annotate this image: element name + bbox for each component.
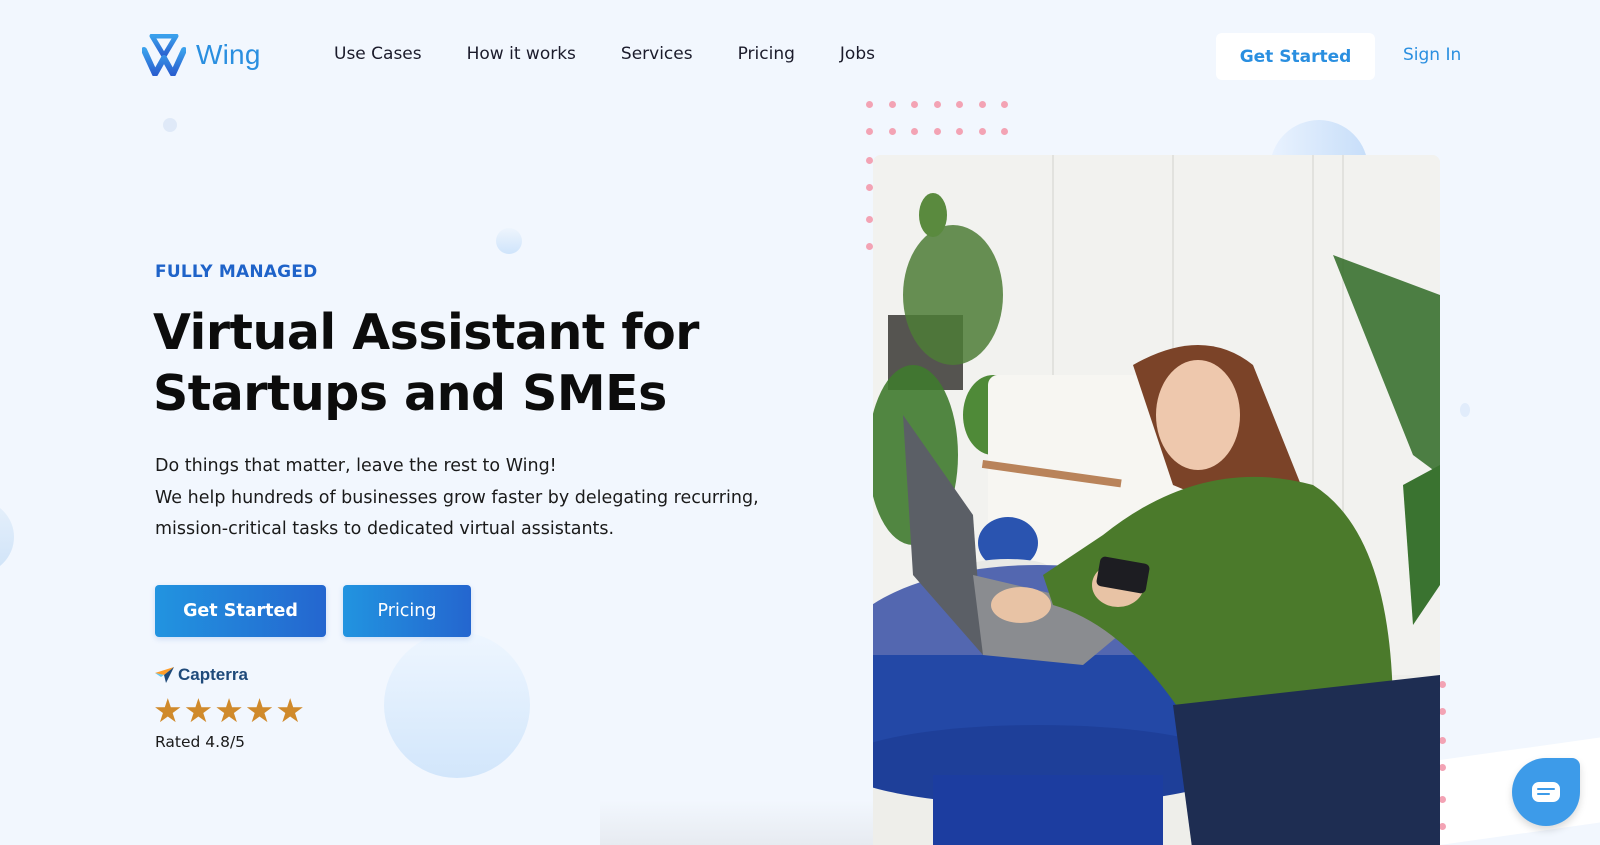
chat-bubble-icon <box>1532 782 1560 802</box>
nav-how-it-works[interactable]: How it works <box>467 44 576 64</box>
hero-eyebrow: FULLY MANAGED <box>155 262 318 282</box>
hero-title: Virtual Assistant for Startups and SMEs <box>153 302 699 424</box>
chat-widget-button[interactable] <box>1512 758 1580 826</box>
decor-dot <box>866 127 873 135</box>
capterra-logo-icon <box>155 667 174 683</box>
decor-dot <box>933 127 941 135</box>
decor-bubble <box>496 228 522 254</box>
wing-logo-icon <box>142 34 186 76</box>
star-icon: ★ <box>244 691 275 730</box>
hero-description-line: Do things that matter, leave the rest to… <box>155 456 557 476</box>
star-rating: ★ ★ ★ ★ ★ <box>153 694 305 728</box>
decor-dot <box>978 101 986 108</box>
star-icon: ★ <box>214 691 244 730</box>
decor-dot <box>888 127 896 135</box>
decor-dot <box>911 127 918 135</box>
decor-dot <box>1439 708 1446 715</box>
sign-in-link[interactable]: Sign In <box>1403 45 1461 65</box>
logo-text: Wing <box>196 39 261 70</box>
decor-dot <box>866 184 873 191</box>
nav-pricing[interactable]: Pricing <box>738 44 795 64</box>
star-icon: ★ <box>153 691 183 730</box>
decor-fade <box>600 800 880 845</box>
decor-dot <box>866 216 873 223</box>
decor-bubble <box>1460 403 1470 417</box>
site-header: Wing Use Cases How it works Services Pri… <box>0 0 1600 110</box>
decor-dot <box>978 127 986 135</box>
decor-dot <box>933 101 941 108</box>
star-icon: ★ <box>275 691 305 730</box>
decor-bubble <box>384 632 530 778</box>
pricing-button[interactable]: Pricing <box>343 585 471 637</box>
decor-dot <box>1439 681 1446 688</box>
hero-description: Do things that matter, leave the rest to… <box>155 451 759 546</box>
nav-services[interactable]: Services <box>621 44 693 64</box>
decor-dot <box>866 157 873 164</box>
rating-text: Rated 4.8/5 <box>155 733 246 751</box>
hero-title-line: Virtual Assistant for <box>153 304 699 361</box>
hero-image <box>873 155 1440 845</box>
capterra-badge[interactable]: Capterra <box>155 665 248 685</box>
decor-dot <box>1439 823 1446 830</box>
decor-dot <box>866 101 873 108</box>
nav-use-cases[interactable]: Use Cases <box>334 44 422 64</box>
decor-dot <box>1001 127 1008 135</box>
header-get-started-button[interactable]: Get Started <box>1216 33 1375 80</box>
main-nav: Use Cases How it works Services Pricing … <box>334 44 875 64</box>
star-icon: ★ <box>183 691 214 730</box>
decor-dot <box>888 101 896 108</box>
hero-description-line: mission-critical tasks to dedicated virt… <box>155 519 615 539</box>
decor-dot <box>956 127 963 135</box>
nav-jobs[interactable]: Jobs <box>840 44 875 64</box>
logo[interactable]: Wing <box>142 34 261 76</box>
capterra-text: Capterra <box>178 665 248 684</box>
decor-dot <box>1439 737 1446 744</box>
hero-description-line: We help hundreds of businesses grow fast… <box>155 487 759 508</box>
decor-dot <box>1439 796 1446 803</box>
decor-dot <box>956 101 963 108</box>
decor-dot <box>1001 101 1008 108</box>
decor-dot <box>911 101 918 108</box>
decor-bubble <box>0 500 14 574</box>
get-started-button[interactable]: Get Started <box>155 585 326 637</box>
decor-dot <box>866 243 873 250</box>
decor-bubble <box>163 118 177 132</box>
hero-title-line: Startups and SMEs <box>153 365 667 422</box>
decor-dot <box>1439 764 1446 771</box>
